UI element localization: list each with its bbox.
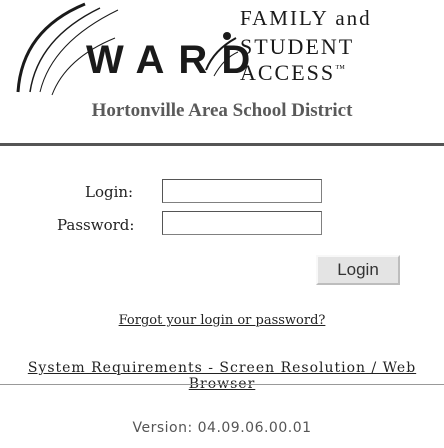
forgot-password-link[interactable]: Forgot your login or password?: [0, 313, 444, 328]
footer-divider: [0, 384, 444, 385]
password-label: Password:: [57, 216, 135, 234]
login-label: Login:: [85, 183, 134, 201]
password-input[interactable]: [162, 211, 322, 235]
logo-tagline-access: ACCESS™: [240, 62, 345, 84]
login-button[interactable]: Login: [316, 255, 400, 285]
logo-brand-word: WARD: [86, 38, 265, 82]
logo-tagline-access-text: ACCESS: [240, 60, 336, 85]
login-input[interactable]: [162, 179, 322, 203]
logo-tagline-family: FAMILY and: [240, 6, 372, 30]
system-requirements-link[interactable]: System Requirements - Screen Resolution …: [0, 360, 444, 392]
site-logo: WARD FAMILY and STUDENT ACCESS™ Hortonvi…: [0, 0, 444, 140]
version-text: Version: 04.09.06.00.01: [132, 420, 312, 436]
district-name: Hortonville Area School District: [91, 100, 353, 121]
trademark-symbol: ™: [335, 63, 345, 75]
logo-dot: [223, 32, 231, 40]
header-divider: [0, 143, 444, 146]
logo-tagline-student: STUDENT: [240, 34, 355, 59]
